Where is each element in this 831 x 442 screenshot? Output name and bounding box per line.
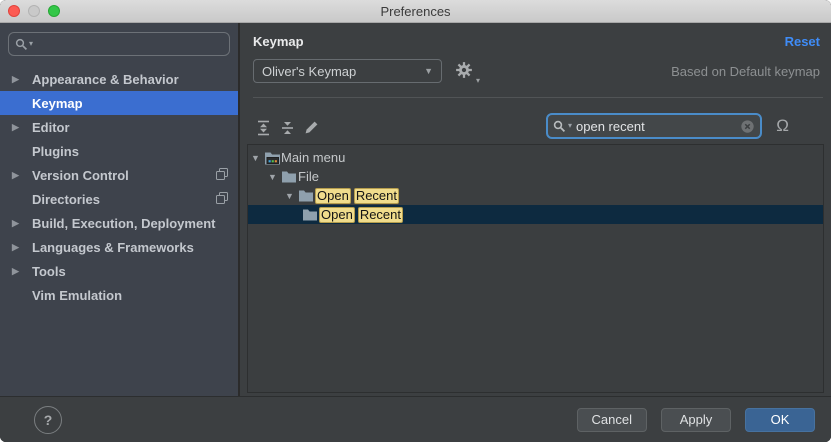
- tree-label: Main menu: [281, 150, 345, 165]
- cancel-button[interactable]: Cancel: [577, 408, 647, 432]
- sidebar-item-label: Version Control: [32, 168, 129, 183]
- gear-caret-icon: ▾: [476, 76, 480, 85]
- keymap-select-value: Oliver's Keymap: [262, 64, 356, 79]
- dialog-footer: ? Cancel Apply OK: [0, 396, 831, 442]
- sidebar-item-build-execution-deployment[interactable]: ▶ Build, Execution, Deployment: [0, 211, 238, 235]
- match-highlight: Open: [315, 188, 351, 204]
- sidebar-item-vim-emulation[interactable]: Vim Emulation: [0, 283, 238, 307]
- expand-all-icon: [256, 120, 271, 136]
- folder-icon: [298, 189, 315, 202]
- keymap-panel: Keymap Reset Oliver's Keymap ▼ ▾: [240, 23, 831, 396]
- sidebar-item-keymap[interactable]: Keymap: [0, 91, 238, 115]
- sidebar-item-label: Build, Execution, Deployment: [32, 216, 215, 231]
- search-icon: [15, 38, 28, 51]
- keymap-options-button[interactable]: ▾: [455, 61, 477, 83]
- expand-arrow-icon[interactable]: ▶: [12, 122, 32, 133]
- collapse-toggle-icon[interactable]: ▼: [251, 153, 264, 163]
- sidebar-item-appearance-behavior[interactable]: ▶ Appearance & Behavior: [0, 67, 238, 91]
- edit-shortcut-button[interactable]: [303, 119, 320, 136]
- sidebar-item-label: Editor: [32, 120, 70, 135]
- help-button[interactable]: ?: [34, 406, 62, 434]
- chevron-down-icon: ▼: [424, 66, 433, 76]
- sidebar-item-label: Vim Emulation: [32, 288, 122, 303]
- find-by-shortcut-button[interactable]: Ω: [776, 116, 789, 136]
- sidebar-search-input[interactable]: [34, 36, 223, 53]
- folder-icon: [281, 170, 298, 183]
- window-title: Preferences: [0, 4, 831, 19]
- project-settings-icon: [216, 192, 228, 207]
- sidebar-item-label: Directories: [32, 192, 100, 207]
- based-on-label: Based on Default keymap: [671, 64, 820, 79]
- clear-search-button[interactable]: [740, 119, 755, 134]
- match-highlight: Recent: [354, 188, 399, 204]
- tree-label: File: [298, 169, 319, 184]
- page-title: Keymap: [253, 34, 304, 49]
- keymap-select[interactable]: Oliver's Keymap ▼: [253, 59, 442, 83]
- apply-button[interactable]: Apply: [661, 408, 731, 432]
- close-button[interactable]: [8, 5, 20, 17]
- sidebar-item-label: Languages & Frameworks: [32, 240, 194, 255]
- ok-button[interactable]: OK: [745, 408, 815, 432]
- sidebar-item-version-control[interactable]: ▶ Version Control: [0, 163, 238, 187]
- expand-arrow-icon[interactable]: ▶: [12, 242, 32, 253]
- tree-row-main-menu[interactable]: ▼ Main menu: [248, 148, 823, 167]
- search-options-chevron-icon[interactable]: ▾: [29, 40, 33, 48]
- sidebar-item-directories[interactable]: Directories: [0, 187, 238, 211]
- reset-link[interactable]: Reset: [785, 34, 820, 49]
- sidebar-search-box[interactable]: ▾: [8, 32, 230, 56]
- question-icon: ?: [44, 412, 53, 428]
- sidebar-item-label: Appearance & Behavior: [32, 72, 179, 87]
- sidebar-item-tools[interactable]: ▶ Tools: [0, 259, 238, 283]
- search-options-chevron-icon[interactable]: ▾: [568, 122, 572, 130]
- minimize-button: [28, 5, 40, 17]
- expand-arrow-icon[interactable]: ▶: [12, 218, 32, 229]
- expand-arrow-icon[interactable]: ▶: [12, 74, 32, 85]
- sidebar-item-languages-frameworks[interactable]: ▶ Languages & Frameworks: [0, 235, 238, 259]
- sidebar-item-label: Keymap: [32, 96, 83, 111]
- tree-row-file[interactable]: ▼ File: [248, 167, 823, 186]
- tree-row-open-recent[interactable]: ▼ Open Recent: [248, 186, 823, 205]
- settings-sidebar: ▾ ▶ Appearance & Behavior Keymap ▶ Edito…: [0, 23, 240, 396]
- expand-all-button[interactable]: [255, 119, 272, 136]
- folder-icon: [302, 208, 319, 221]
- collapse-toggle-icon[interactable]: ▼: [268, 172, 281, 182]
- project-settings-icon: [216, 168, 228, 183]
- match-highlight: Recent: [358, 207, 403, 223]
- keymap-search-input[interactable]: [574, 118, 738, 135]
- expand-arrow-icon[interactable]: ▶: [12, 266, 32, 277]
- main-menu-icon: [264, 151, 281, 165]
- preferences-window: Preferences ▾ ▶ Appearance & Behavior Ke…: [0, 0, 831, 442]
- pencil-icon: [304, 120, 319, 135]
- sidebar-item-plugins[interactable]: Plugins: [0, 139, 238, 163]
- collapse-toggle-icon[interactable]: ▼: [285, 191, 298, 201]
- expand-arrow-icon[interactable]: ▶: [12, 170, 32, 181]
- match-highlight: Open: [319, 207, 355, 223]
- sidebar-item-editor[interactable]: ▶ Editor: [0, 115, 238, 139]
- gear-icon: [455, 61, 473, 79]
- sidebar-item-label: Tools: [32, 264, 66, 279]
- search-icon: [553, 120, 566, 133]
- keymap-toolbar: [255, 119, 320, 136]
- titlebar: Preferences: [0, 0, 831, 23]
- collapse-all-icon: [280, 120, 295, 136]
- close-icon: [740, 119, 755, 134]
- keymap-search-box[interactable]: ▾: [546, 113, 762, 139]
- zoom-button[interactable]: [48, 5, 60, 17]
- sidebar-item-label: Plugins: [32, 144, 79, 159]
- header-separator: [253, 97, 823, 98]
- collapse-all-button[interactable]: [279, 119, 296, 136]
- actions-tree: ▼ Main menu ▼ File ▼: [247, 144, 824, 393]
- tree-row-open-recent-selected[interactable]: Open Recent: [248, 205, 823, 224]
